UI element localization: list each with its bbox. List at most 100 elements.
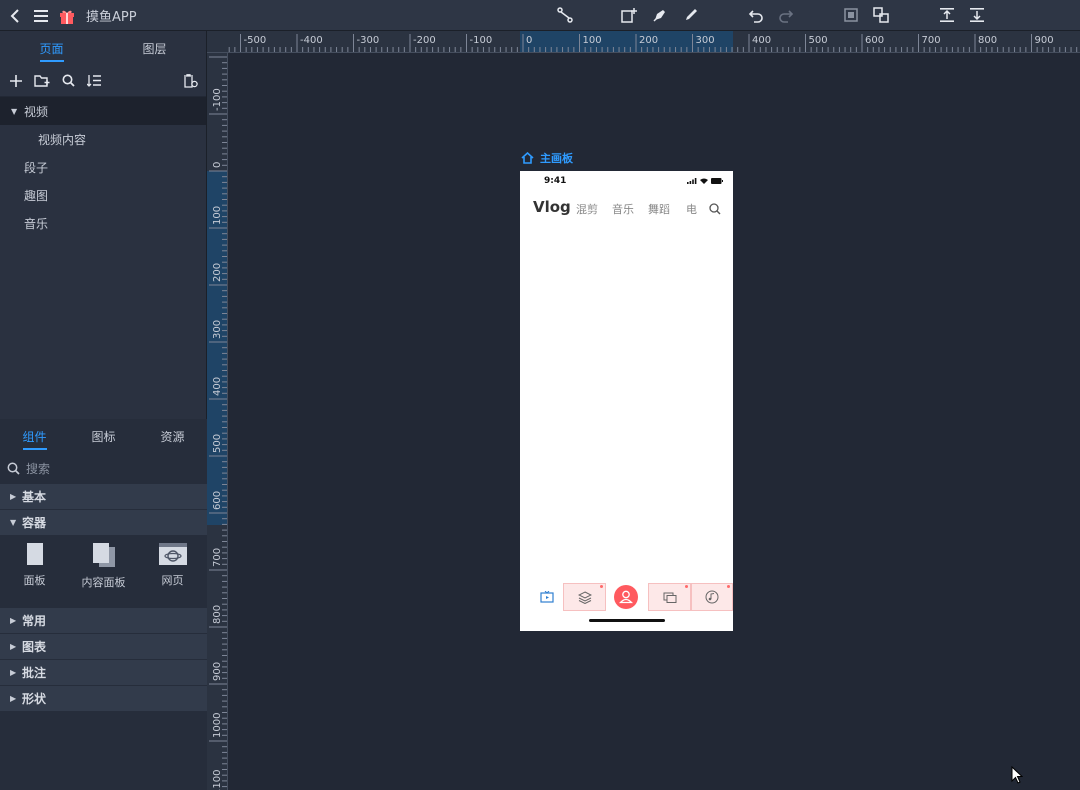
connect-icon[interactable]: [555, 5, 575, 25]
page-item-jokes[interactable]: 段子: [0, 153, 206, 181]
phone-tab-electric[interactable]: 电: [686, 201, 700, 217]
phone-tab-mix[interactable]: 混剪: [576, 201, 598, 217]
artboard-label[interactable]: 主画板: [521, 150, 573, 166]
notification-dot: [600, 585, 603, 588]
page-toolbar: [0, 65, 206, 97]
component-content-panel-item[interactable]: 内容面板: [69, 543, 138, 607]
component-webpage-item[interactable]: 网页: [138, 543, 207, 607]
ruler-v-label: 800: [212, 605, 223, 624]
category-basic[interactable]: ▶ 基本: [0, 483, 207, 509]
panel-icon: [26, 543, 43, 565]
phone-tab-music[interactable]: 音乐: [612, 201, 634, 217]
page-layer-tabs: 页面 图层: [0, 31, 206, 65]
category-shapes[interactable]: ▶ 形状: [0, 685, 207, 711]
category-charts[interactable]: ▶ 图表: [0, 633, 207, 659]
page-item-funny-pics[interactable]: 趣图: [0, 181, 206, 209]
ruler-h-label: 0: [526, 35, 532, 46]
category-label: 基本: [22, 490, 47, 504]
delete-settings-icon[interactable]: [180, 71, 200, 91]
phone-tab-dance[interactable]: 舞蹈: [648, 201, 670, 217]
category-label: 批注: [22, 666, 47, 680]
notification-dot: [685, 585, 688, 588]
ruler-v-label: 100: [212, 206, 223, 225]
back-chevron-icon[interactable]: [6, 7, 24, 25]
tab-layers[interactable]: 图层: [103, 31, 206, 65]
page-label: 音乐: [24, 216, 49, 231]
ruler-v-label: 700: [212, 548, 223, 567]
gallery-icon: [663, 592, 676, 603]
notification-dot: [727, 585, 730, 588]
tabbar-music-tab[interactable]: [691, 583, 733, 611]
category-label: 常用: [22, 614, 47, 628]
pencil-icon[interactable]: [681, 5, 701, 25]
webpage-icon: [158, 543, 187, 565]
tabbar-profile-tab[interactable]: [613, 583, 639, 611]
ruler-v-label: 500: [212, 434, 223, 453]
component-search-input[interactable]: 搜索: [0, 453, 207, 483]
pen-tool-icon[interactable]: [650, 5, 670, 25]
add-folder-icon[interactable]: [32, 71, 52, 91]
redo-icon[interactable]: [776, 5, 796, 25]
signal-icon: [687, 178, 697, 184]
tab-assets[interactable]: 资源: [138, 419, 207, 453]
ruler-h-label: 200: [639, 35, 658, 46]
search-icon[interactable]: [709, 200, 721, 219]
add-icon[interactable]: [6, 71, 26, 91]
ruler-v-label: 300: [212, 320, 223, 339]
ruler-h-label: -400: [300, 35, 323, 46]
phone-tab-bar: [520, 583, 733, 613]
gift-icon: [58, 7, 76, 25]
chevron-right-icon: ▶: [10, 694, 17, 703]
search-icon[interactable]: [58, 71, 78, 91]
page-item-video[interactable]: ▼ 视频: [0, 97, 206, 125]
page-item-video-content[interactable]: 视频内容: [0, 125, 206, 153]
wifi-icon: [700, 178, 708, 184]
tabbar-gallery-tab[interactable]: [648, 583, 691, 611]
sort-list-icon[interactable]: [84, 71, 104, 91]
phone-artboard[interactable]: 9:41 Vlog 混剪 音乐 舞蹈 电: [520, 171, 733, 631]
page-label: 趣图: [24, 188, 49, 203]
ruler-h-label: 300: [696, 35, 715, 46]
tab-pages[interactable]: 页面: [0, 31, 103, 65]
ruler-h-label: 700: [922, 35, 941, 46]
tabbar-layers-tab[interactable]: [563, 583, 606, 611]
ruler-v-label: 1000: [212, 713, 223, 738]
ruler-h-label: 500: [809, 35, 828, 46]
component-label: 面板: [23, 574, 46, 587]
ruler-h-label: -100: [470, 35, 493, 46]
chevron-right-icon: ▶: [10, 616, 17, 625]
tab-components[interactable]: 组件: [0, 419, 69, 453]
vertical-ruler[interactable]: -100 0 100 200 300 400 500 600 700 800 900 1000 1100: [207, 53, 228, 790]
tab-icons[interactable]: 图标: [69, 419, 138, 453]
add-page-icon[interactable]: [619, 5, 639, 25]
status-bar: 9:41: [520, 176, 733, 190]
expand-caret-icon[interactable]: ▼: [11, 107, 19, 116]
align-top-icon[interactable]: [937, 5, 957, 25]
status-time: 9:41: [544, 176, 567, 186]
horizontal-ruler[interactable]: -500 -400 -300 -200 -100 0 100 200 300 400 500 600 7…: [207, 31, 1080, 53]
category-container[interactable]: ▼ 容器: [0, 509, 207, 535]
align-bottom-icon[interactable]: [967, 5, 987, 25]
frame-icon[interactable]: [841, 5, 861, 25]
group-icon[interactable]: [871, 5, 891, 25]
search-placeholder: 搜索: [26, 461, 51, 476]
page-label: 段子: [24, 160, 49, 175]
page-item-music[interactable]: 音乐: [0, 209, 206, 237]
ruler-v-label: 200: [212, 263, 223, 282]
ruler-v-label: 1100: [212, 770, 223, 790]
category-label: 图表: [22, 640, 47, 654]
chevron-right-icon: ▶: [10, 668, 17, 677]
menu-icon[interactable]: [32, 7, 50, 25]
home-icon: [521, 152, 534, 164]
category-common[interactable]: ▶ 常用: [0, 607, 207, 633]
app-title: 摸鱼APP: [86, 10, 137, 25]
category-annotations[interactable]: ▶ 批注: [0, 659, 207, 685]
ruler-h-label: 600: [865, 35, 884, 46]
ruler-v-label: 0: [212, 162, 223, 168]
undo-icon[interactable]: [746, 5, 766, 25]
component-label: 网页: [161, 574, 184, 587]
ruler-h-label: -300: [357, 35, 380, 46]
left-panel: 页面 图层 ▼ 视频 视频内容 段子 趣图 音乐 组件 图标 资源 搜索 ▶ 基…: [0, 31, 207, 790]
component-panel-item[interactable]: 面板: [0, 543, 69, 607]
tabbar-video-tab[interactable]: [534, 583, 560, 611]
